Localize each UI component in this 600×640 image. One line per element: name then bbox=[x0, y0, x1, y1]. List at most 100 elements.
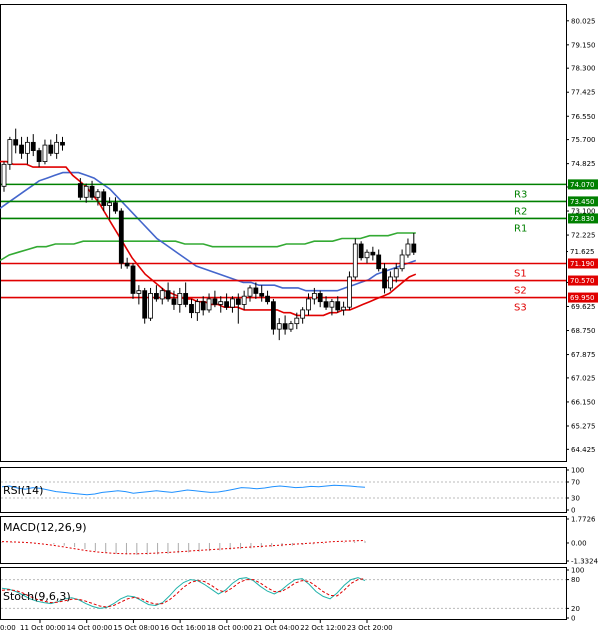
price-tick-label: 67.875 bbox=[571, 351, 596, 359]
candle-body bbox=[159, 290, 165, 300]
macd-title: MACD(12,26,9) bbox=[3, 521, 87, 534]
candle-body bbox=[370, 251, 376, 256]
indicator-tick-label: 70 bbox=[571, 479, 580, 487]
candle-body bbox=[306, 298, 311, 311]
candle-body bbox=[177, 293, 183, 305]
candle-body bbox=[1, 163, 7, 187]
candle-body bbox=[230, 298, 235, 308]
time-tick-label: 15 Oct 08:00 bbox=[113, 624, 159, 632]
candle-body bbox=[212, 298, 218, 305]
price-tick-label: 78.300 bbox=[571, 65, 596, 73]
candle-body bbox=[276, 323, 282, 330]
time-tick-label: 11 Oct 00:00 bbox=[20, 624, 66, 632]
candle-body bbox=[329, 301, 335, 308]
price-tick-label: 75.700 bbox=[571, 136, 596, 144]
candle-body bbox=[30, 141, 36, 151]
candle-body bbox=[171, 298, 177, 305]
candle-body bbox=[136, 290, 142, 294]
time-label-prefix: 0:00 bbox=[0, 624, 16, 632]
candle-body bbox=[194, 301, 200, 314]
candle-body bbox=[89, 185, 95, 198]
candle-body bbox=[270, 301, 276, 330]
level-label: R3 bbox=[514, 189, 527, 200]
candle-body bbox=[399, 254, 405, 270]
candle-body bbox=[13, 139, 19, 146]
candle-body bbox=[317, 293, 323, 303]
candle-body bbox=[124, 262, 130, 267]
price-tick-label: 68.750 bbox=[571, 327, 596, 335]
candle bbox=[352, 238, 358, 280]
candle-body bbox=[36, 150, 42, 162]
candle-body bbox=[265, 295, 270, 303]
candle-body bbox=[183, 293, 189, 305]
indicator-tick-label: 0 bbox=[571, 615, 575, 623]
candle bbox=[347, 271, 352, 310]
candle-body bbox=[130, 265, 136, 294]
time-tick-label: 18 Oct 00:00 bbox=[207, 624, 253, 632]
candle bbox=[142, 287, 148, 324]
candle-body bbox=[24, 141, 30, 154]
candle-body bbox=[364, 251, 370, 259]
candle-body bbox=[300, 309, 306, 319]
candle-body bbox=[247, 287, 253, 297]
candle-body bbox=[118, 210, 124, 264]
candle-body bbox=[341, 306, 347, 311]
indicator-tick-label: 20 bbox=[571, 605, 580, 613]
candle bbox=[270, 298, 276, 335]
indicator-tick-label: 0.00 bbox=[571, 539, 587, 547]
candle-body bbox=[60, 141, 65, 146]
level-tag-text: 70.570 bbox=[570, 277, 595, 285]
time-tick-label: 14 Oct 00:00 bbox=[67, 624, 113, 632]
price-tick-label: 65.275 bbox=[571, 422, 596, 430]
time-tick-label: 23 Oct 20:00 bbox=[347, 624, 393, 632]
candle-body bbox=[376, 254, 382, 270]
candle-body bbox=[224, 301, 230, 308]
candle-body bbox=[95, 191, 101, 198]
price-tick-label: 74.825 bbox=[571, 160, 596, 168]
time-tick-label: 16 Oct 16:00 bbox=[160, 624, 206, 632]
stoch-panel bbox=[0, 567, 567, 620]
candle-body bbox=[189, 304, 194, 314]
candle-body bbox=[282, 323, 288, 330]
level-label: R1 bbox=[514, 223, 527, 234]
candle-body bbox=[165, 290, 171, 300]
level-tag-text: 71.190 bbox=[570, 260, 595, 268]
candle bbox=[358, 241, 364, 261]
indicator-tick-label: 30 bbox=[571, 495, 580, 503]
price-tick-label: 72.225 bbox=[571, 232, 596, 240]
indicator-tick-label: -1.3324 bbox=[571, 558, 599, 566]
level-tag-text: 72.830 bbox=[570, 215, 595, 223]
candle-body bbox=[107, 202, 112, 206]
candle-body bbox=[311, 293, 317, 300]
level-label: S2 bbox=[514, 286, 527, 297]
level-tag-text: 74.070 bbox=[570, 181, 595, 189]
candle-body bbox=[142, 290, 148, 319]
candle-body bbox=[7, 139, 13, 165]
level-label: S1 bbox=[514, 268, 527, 279]
current-price-text: 71.625 bbox=[570, 248, 595, 256]
time-axis: 0:00 11 Oct 00:00 14 Oct 00:00 15 Oct 08:00… bbox=[0, 620, 393, 632]
candle-body bbox=[48, 144, 54, 154]
candle-body bbox=[77, 183, 83, 198]
candle-body bbox=[387, 276, 393, 289]
candle-body bbox=[42, 144, 48, 162]
candle-body bbox=[405, 243, 411, 256]
candle-body bbox=[358, 243, 364, 259]
price-tick-label: 69.625 bbox=[571, 303, 596, 311]
candle-body bbox=[148, 293, 153, 319]
indicator-tick-label: 0 bbox=[571, 507, 575, 515]
price-tick-label: 77.425 bbox=[571, 89, 596, 97]
stoch-title: Stoch(9,6,3) bbox=[3, 590, 71, 603]
price-tick-label: 66.150 bbox=[571, 398, 596, 406]
level-tag-text: 73.450 bbox=[570, 198, 595, 206]
candle-body bbox=[288, 323, 294, 330]
candle-body bbox=[206, 298, 212, 311]
current-price-marker: 71.625 bbox=[568, 246, 598, 257]
level-label: S3 bbox=[514, 303, 527, 314]
indicator-tick-label: 100 bbox=[571, 567, 584, 575]
indicator-tick-label: 80 bbox=[571, 576, 580, 584]
candle-body bbox=[335, 301, 341, 311]
candle-body bbox=[218, 301, 224, 305]
level-tag-text: 69.950 bbox=[570, 294, 595, 302]
price-panel bbox=[0, 4, 567, 462]
